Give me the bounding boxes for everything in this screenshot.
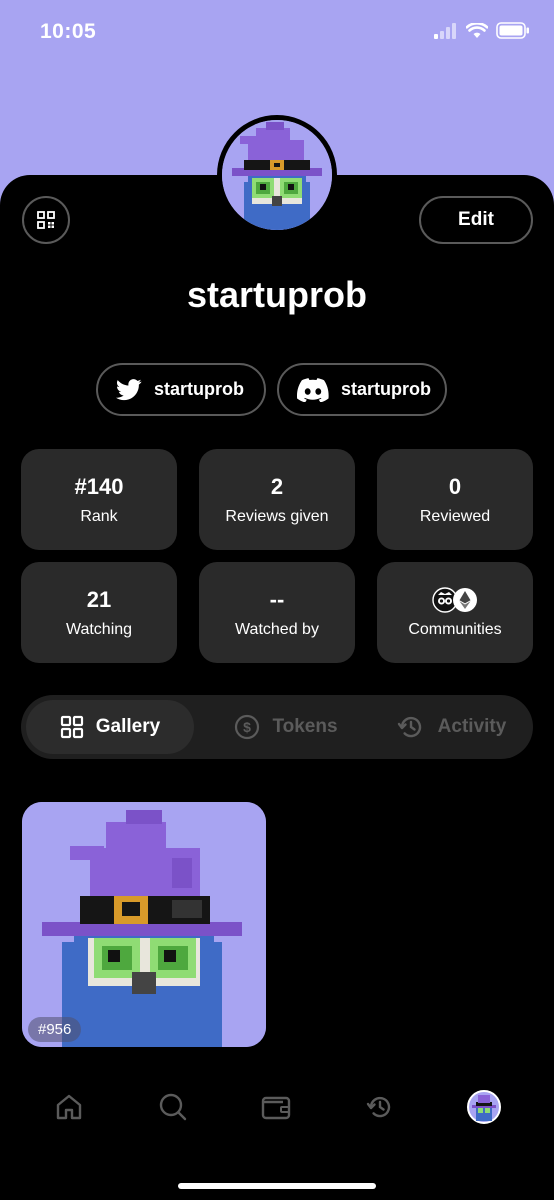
nav-profile[interactable] bbox=[467, 1090, 501, 1124]
nav-wallet[interactable] bbox=[259, 1090, 293, 1124]
battery-icon bbox=[496, 22, 529, 39]
stat-watched-by[interactable]: -- Watched by bbox=[199, 562, 355, 663]
stat-value: 0 bbox=[448, 473, 462, 499]
stat-value: -- bbox=[269, 586, 285, 612]
search-icon bbox=[159, 1093, 187, 1121]
nft-number-badge: #956 bbox=[28, 1017, 82, 1042]
discord-icon bbox=[297, 377, 329, 402]
ethereum-icon bbox=[453, 587, 477, 612]
stat-label: Reviewed bbox=[419, 507, 491, 525]
grid-icon bbox=[60, 715, 83, 739]
signal-icon bbox=[434, 22, 456, 39]
wifi-icon bbox=[466, 22, 488, 38]
stat-label: Reviews given bbox=[225, 507, 329, 525]
stat-value: 21 bbox=[86, 586, 112, 612]
discord-handle: startuprob bbox=[341, 379, 431, 399]
tab-label: Tokens bbox=[272, 716, 338, 737]
qr-code-button[interactable] bbox=[22, 196, 70, 244]
owl-wizard-avatar-image bbox=[222, 120, 332, 230]
twitter-link-button[interactable]: startuprob bbox=[96, 363, 266, 416]
bottom-nav bbox=[0, 1072, 554, 1142]
gallery-nft-card[interactable]: #956 bbox=[22, 802, 266, 1047]
twitter-icon bbox=[116, 378, 142, 400]
home-indicator bbox=[178, 1183, 376, 1189]
nav-search[interactable] bbox=[156, 1090, 190, 1124]
discord-link-button[interactable]: startuprob bbox=[277, 363, 447, 416]
qr-code-icon bbox=[37, 211, 55, 229]
stat-value: #140 bbox=[74, 473, 124, 499]
stat-rank[interactable]: #140 Rank bbox=[21, 449, 177, 550]
nav-history[interactable] bbox=[363, 1090, 397, 1124]
stat-label: Watching bbox=[65, 620, 133, 638]
stat-communities[interactable]: Communities bbox=[377, 562, 533, 663]
stat-label: Communities bbox=[408, 620, 502, 638]
status-icons bbox=[434, 22, 530, 39]
status-bar: 10:05 bbox=[0, 0, 554, 66]
community-icons bbox=[432, 586, 478, 613]
profile-avatar[interactable] bbox=[217, 115, 337, 235]
home-icon bbox=[56, 1094, 82, 1120]
stat-label: Watched by bbox=[235, 620, 319, 638]
dollar-icon: $ bbox=[235, 714, 260, 740]
stat-reviewed[interactable]: 0 Reviewed bbox=[377, 449, 533, 550]
twitter-handle: startuprob bbox=[154, 379, 244, 399]
nav-home[interactable] bbox=[52, 1090, 86, 1124]
stat-label: Rank bbox=[80, 507, 118, 525]
tab-label: Gallery bbox=[95, 716, 161, 737]
tab-tokens[interactable]: $ Tokens bbox=[211, 700, 361, 754]
svg-text:$: $ bbox=[244, 719, 252, 735]
history-icon bbox=[397, 716, 421, 738]
history-icon bbox=[366, 1096, 391, 1118]
profile-tabs: Gallery $ Tokens Activity bbox=[21, 695, 533, 759]
stat-watching[interactable]: 21 Watching bbox=[21, 562, 177, 663]
stat-value: 2 bbox=[270, 473, 284, 499]
tab-gallery[interactable]: Gallery bbox=[26, 700, 194, 754]
status-time: 10:05 bbox=[40, 20, 97, 43]
owl-wizard-nft-image bbox=[22, 802, 266, 1047]
stat-reviews-given[interactable]: 2 Reviews given bbox=[199, 449, 355, 550]
profile-username: startuprob bbox=[187, 274, 367, 315]
tab-activity[interactable]: Activity bbox=[376, 700, 526, 754]
tab-label: Activity bbox=[437, 716, 507, 737]
edit-profile-button[interactable]: Edit bbox=[419, 196, 533, 244]
wallet-icon bbox=[261, 1096, 291, 1120]
profile-avatar-icon bbox=[467, 1090, 501, 1124]
